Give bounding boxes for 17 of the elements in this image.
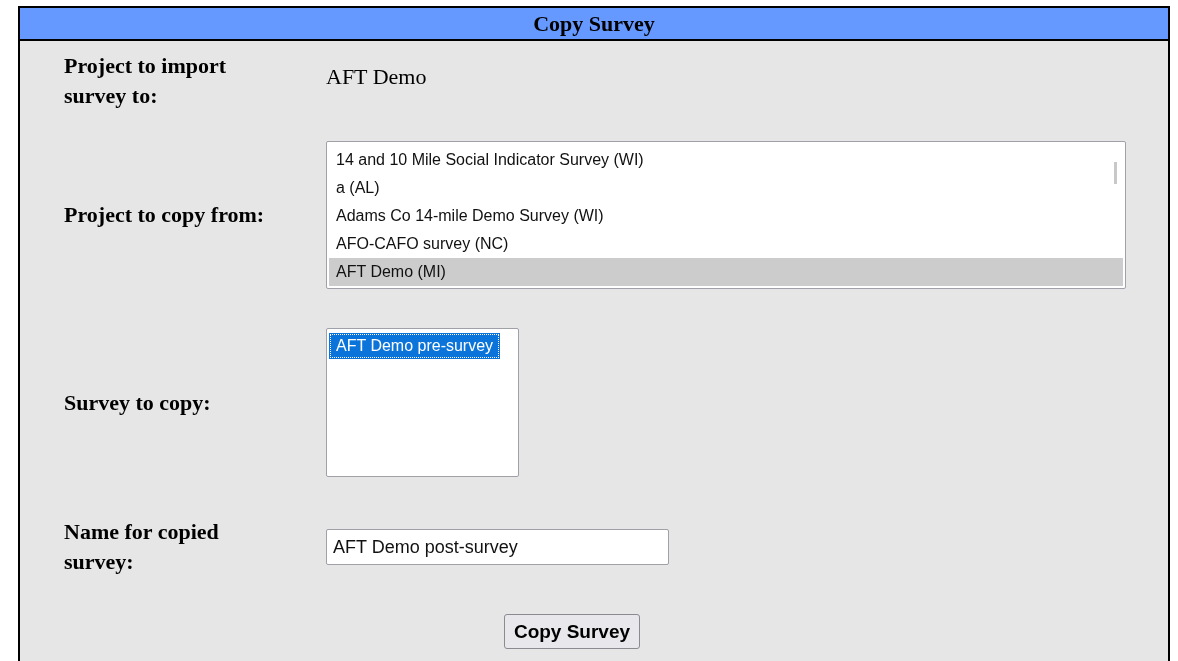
list-option[interactable]: AFT Demo pre-survey — [329, 333, 501, 359]
name-input-field[interactable]: AFT Demo post-survey — [326, 529, 669, 565]
list-option[interactable]: AFT Demo (MI) — [329, 258, 1123, 286]
field-label: Survey to copy: — [64, 388, 212, 417]
list-option[interactable]: AFO-CAFO survey (NC) — [329, 230, 1123, 258]
project-name: AFT Demo — [326, 64, 427, 90]
list-option[interactable]: Adams Co 14-mile Demo Survey (WI) — [329, 202, 1123, 230]
field-label: Name for copied survey: — [64, 518, 220, 576]
scrollbar-thumb[interactable] — [1114, 162, 1117, 184]
list-option[interactable]: a (AL) — [329, 174, 1123, 202]
panel-title: Copy Survey — [533, 10, 655, 37]
field-label: Project to copy from: — [64, 201, 266, 229]
copy-survey-button[interactable]: Copy Survey — [503, 614, 641, 649]
list-box[interactable]: AFT Demo pre-survey — [326, 328, 519, 477]
list-box[interactable]: 14 and 10 Mile Social Indicator Survey (WI) a (AL) Adams Co 14-mile Demo Survey (WI) AFO-CAFO survey (NC) AFT Demo (MI) — [326, 141, 1126, 289]
list-option[interactable]: 14 and 10 Mile Social Indicator Survey (WI) — [329, 146, 1123, 174]
field-label: Project to import survey to: — [64, 52, 228, 110]
